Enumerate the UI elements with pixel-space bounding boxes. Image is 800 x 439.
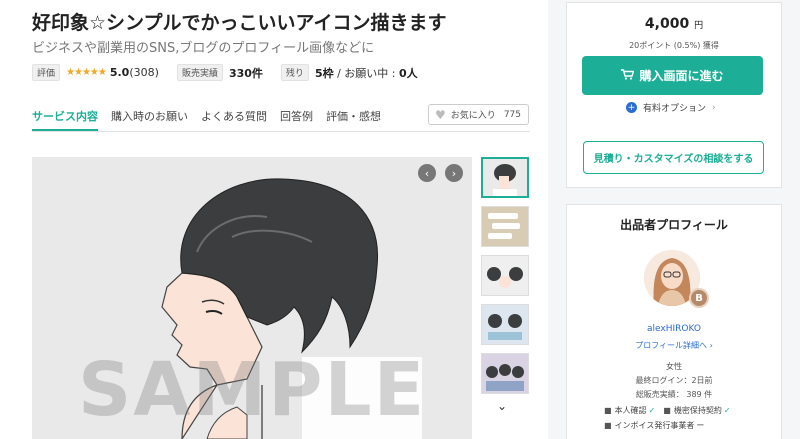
thumbnail-2[interactable] — [481, 206, 529, 247]
points-text: 20ポイント (0.5%) 獲得 — [629, 41, 719, 50]
cart-icon — [621, 68, 635, 83]
invoice-icon: ■ — [604, 421, 612, 430]
buy-button-label: 購入画面に進む — [639, 69, 724, 83]
gallery-next-button[interactable]: › — [445, 164, 463, 182]
rating-value: 5.0 — [109, 66, 130, 79]
sales-value: 330件 — [228, 66, 263, 80]
favorite-button[interactable]: ♥ お気に入り 775 — [428, 104, 529, 125]
remaining-slots: 5枠 — [314, 66, 334, 80]
paid-option-link[interactable]: + 有料オプション › — [626, 101, 716, 114]
tabs-divider — [32, 131, 530, 132]
thumb-chat-icon — [488, 213, 520, 239]
buy-button[interactable]: 購入画面に進む — [582, 56, 763, 95]
profile-heading: 出品者プロフィール — [620, 218, 728, 232]
tab-answer-examples[interactable]: 回答例 — [280, 101, 313, 131]
thumbnails-down-icon[interactable]: ⌄ — [497, 399, 507, 413]
profile-detail-label: プロフィール詳細へ — [635, 341, 708, 350]
person-icon: ■ — [604, 406, 612, 415]
seller-gender: 女性 — [666, 362, 682, 371]
thumbnail-3[interactable] — [481, 255, 529, 296]
main-gallery-image[interactable]: SAMPLE — [32, 157, 472, 439]
remaining-label: 残り — [280, 64, 309, 81]
rating-label: 評価 — [32, 64, 61, 81]
check-icon: ✓ — [648, 406, 656, 415]
chevron-right-icon: › — [709, 341, 713, 350]
sample-watermark: SAMPLE — [78, 347, 427, 433]
document-icon: ■ — [663, 406, 671, 415]
favorite-count: 775 — [503, 109, 521, 120]
tab-reviews[interactable]: 評価・感想 — [326, 101, 381, 131]
verification-row: ■ 本人確認 ✓ ■ 機密保持契約 ✓ — [604, 405, 739, 416]
plus-icon: + — [626, 102, 637, 113]
nda-label: 機密保持契約 — [673, 406, 722, 415]
invoice-label: インボイス発行事業者 — [614, 421, 695, 430]
gallery-prev-button[interactable]: ‹ — [418, 164, 436, 182]
thumbnail-5[interactable] — [481, 353, 529, 394]
rating-stars-icon: ★★★★★ — [66, 67, 107, 78]
seller-rank-badge: B — [689, 288, 709, 308]
thumbnail-4[interactable] — [481, 304, 529, 345]
chevron-right-icon: › — [712, 102, 716, 113]
tab-purchase-request[interactable]: 購入時のお願い — [111, 101, 188, 131]
price-value: 4,000 — [644, 16, 690, 32]
info-dash: ー — [696, 421, 705, 430]
paid-option-label: 有料オプション — [643, 104, 707, 114]
favorite-label: お気に入り — [450, 111, 496, 121]
thumb-group-icon — [487, 267, 523, 288]
rating-count-link[interactable]: (308) — [129, 66, 159, 79]
id-verified-label: 本人確認 — [614, 406, 647, 415]
price-currency: 円 — [694, 21, 704, 31]
heart-icon: ♥ — [435, 107, 446, 122]
listing-title: 好印象☆シンプルでかっこいいアイコン描きます — [32, 12, 447, 34]
remaining-value: 5枠 / お願い中 : 0人 — [315, 65, 418, 81]
total-sales: 総販売実績： 389 件 — [635, 390, 713, 399]
listing-subtitle: ビジネスや副業用のSNS,ブログのプロフィール画像などに — [32, 41, 375, 56]
in-progress-label: / お願い中 : — [333, 66, 399, 80]
thumb-team-icon — [486, 364, 524, 391]
listing-stats: 評価 ★★★★★ 5.0 (308) 販売実績 330件 残り 5枠 / お願い… — [32, 64, 436, 81]
sales-label: 販売実績 — [176, 64, 223, 81]
tab-service[interactable]: サービス内容 — [32, 101, 98, 131]
seller-profile-card — [566, 204, 782, 439]
check-icon: ✓ — [723, 406, 731, 415]
quote-consult-button[interactable]: 見積り・カスタマイズの相談をする — [583, 141, 764, 174]
seller-name-link[interactable]: alexHIROKO — [566, 324, 782, 334]
price: 4,000 円 — [566, 16, 782, 32]
thumbnail-1[interactable] — [481, 157, 529, 198]
thumb-portrait-icon — [493, 164, 517, 196]
tab-faq[interactable]: よくある質問 — [201, 101, 267, 131]
in-progress-value: 0人 — [399, 66, 418, 80]
thumbnail-strip — [481, 157, 529, 402]
last-login: 最終ログイン：2日前 — [635, 376, 713, 385]
thumb-glasses-icon — [488, 314, 522, 340]
invoice-row: ■ インボイス発行事業者 ー — [604, 420, 704, 431]
profile-detail-link[interactable]: プロフィール詳細へ › — [566, 340, 782, 351]
